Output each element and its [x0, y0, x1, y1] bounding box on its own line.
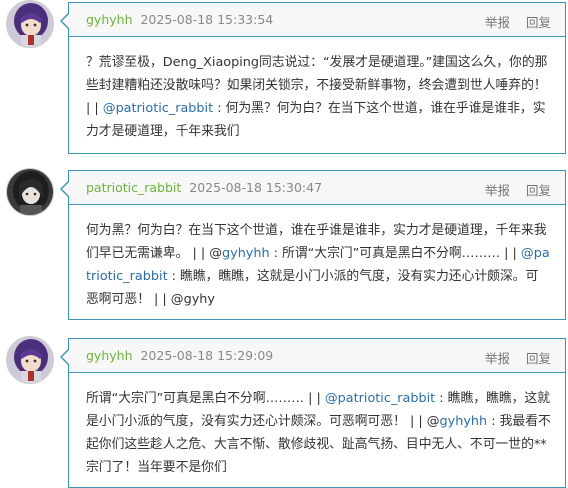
- avatar-purple-hair-image: [7, 337, 53, 383]
- avatar-dark-hair-image: [7, 169, 53, 215]
- user-avatar[interactable]: [6, 336, 54, 384]
- report-button[interactable]: 举报: [485, 15, 510, 30]
- reply-button[interactable]: 回复: [526, 351, 551, 366]
- comment-meta: gyhyhh 2025-08-18 15:29:09: [86, 348, 273, 363]
- report-button[interactable]: 举报: [485, 183, 510, 198]
- comment-username[interactable]: gyhyhh: [86, 12, 133, 27]
- comment-actions: 举报 回复: [473, 180, 551, 199]
- avatar-purple-hair-image: [7, 1, 53, 47]
- reply-button[interactable]: 回复: [526, 183, 551, 198]
- comment-header: patriotic_rabbit 2025-08-18 15:30:47 举报 …: [69, 171, 565, 205]
- comment-actions: 举报 回复: [473, 348, 551, 367]
- comment-body: ？荒谬至极，Deng_Xiaoping同志说过：“发展才是硬道理。”建国这么久，…: [69, 37, 565, 155]
- comment-header: gyhyhh 2025-08-18 15:33:54 举报 回复: [69, 3, 565, 37]
- comment-body: 何为黑？何为白？在当下这个世道，谁在乎谁是谁非，实力才是硬道理，千年来我们早已无…: [69, 205, 565, 323]
- comment-timestamp: 2025-08-18 15:30:47: [189, 180, 323, 195]
- comment-text: 所谓“大宗门”可真是黑白不分啊……… | |: [86, 391, 325, 406]
- user-mention-link[interactable]: @patriotic_rabbit: [325, 391, 435, 406]
- comment-box: gyhyhh 2025-08-18 15:33:54 举报 回复 ？荒谬至极，D…: [60, 2, 566, 155]
- comment-body: 所谓“大宗门”可真是黑白不分啊……… | | @patriotic_rabbit…: [69, 373, 565, 488]
- reply-button[interactable]: 回复: [526, 15, 551, 30]
- comment-username[interactable]: gyhyhh: [86, 348, 133, 363]
- comment-username[interactable]: patriotic_rabbit: [86, 180, 181, 195]
- comment-timestamp: 2025-08-18 15:29:09: [140, 348, 274, 363]
- comment-meta: patriotic_rabbit 2025-08-18 15:30:47: [86, 180, 322, 195]
- user-mention-link[interactable]: gyhyhh: [222, 246, 270, 261]
- comment-text: : 所谓“大宗门”可真是黑白不分啊……… | |: [269, 246, 521, 261]
- comment-box: patriotic_rabbit 2025-08-18 15:30:47 举报 …: [60, 170, 566, 323]
- comment-timestamp: 2025-08-18 15:33:54: [140, 12, 274, 27]
- user-avatar[interactable]: [6, 168, 54, 216]
- user-avatar[interactable]: [6, 0, 54, 48]
- report-button[interactable]: 举报: [485, 351, 510, 366]
- user-mention-link[interactable]: gyhyhh: [440, 414, 488, 429]
- user-mention-link[interactable]: @patriotic_rabbit: [103, 101, 213, 116]
- comment-actions: 举报 回复: [473, 12, 551, 31]
- comment-header: gyhyhh 2025-08-18 15:29:09 举报 回复: [69, 339, 565, 373]
- comment-meta: gyhyhh 2025-08-18 15:33:54: [86, 12, 273, 27]
- comment-box: gyhyhh 2025-08-18 15:29:09 举报 回复 所谓“大宗门”…: [60, 338, 566, 488]
